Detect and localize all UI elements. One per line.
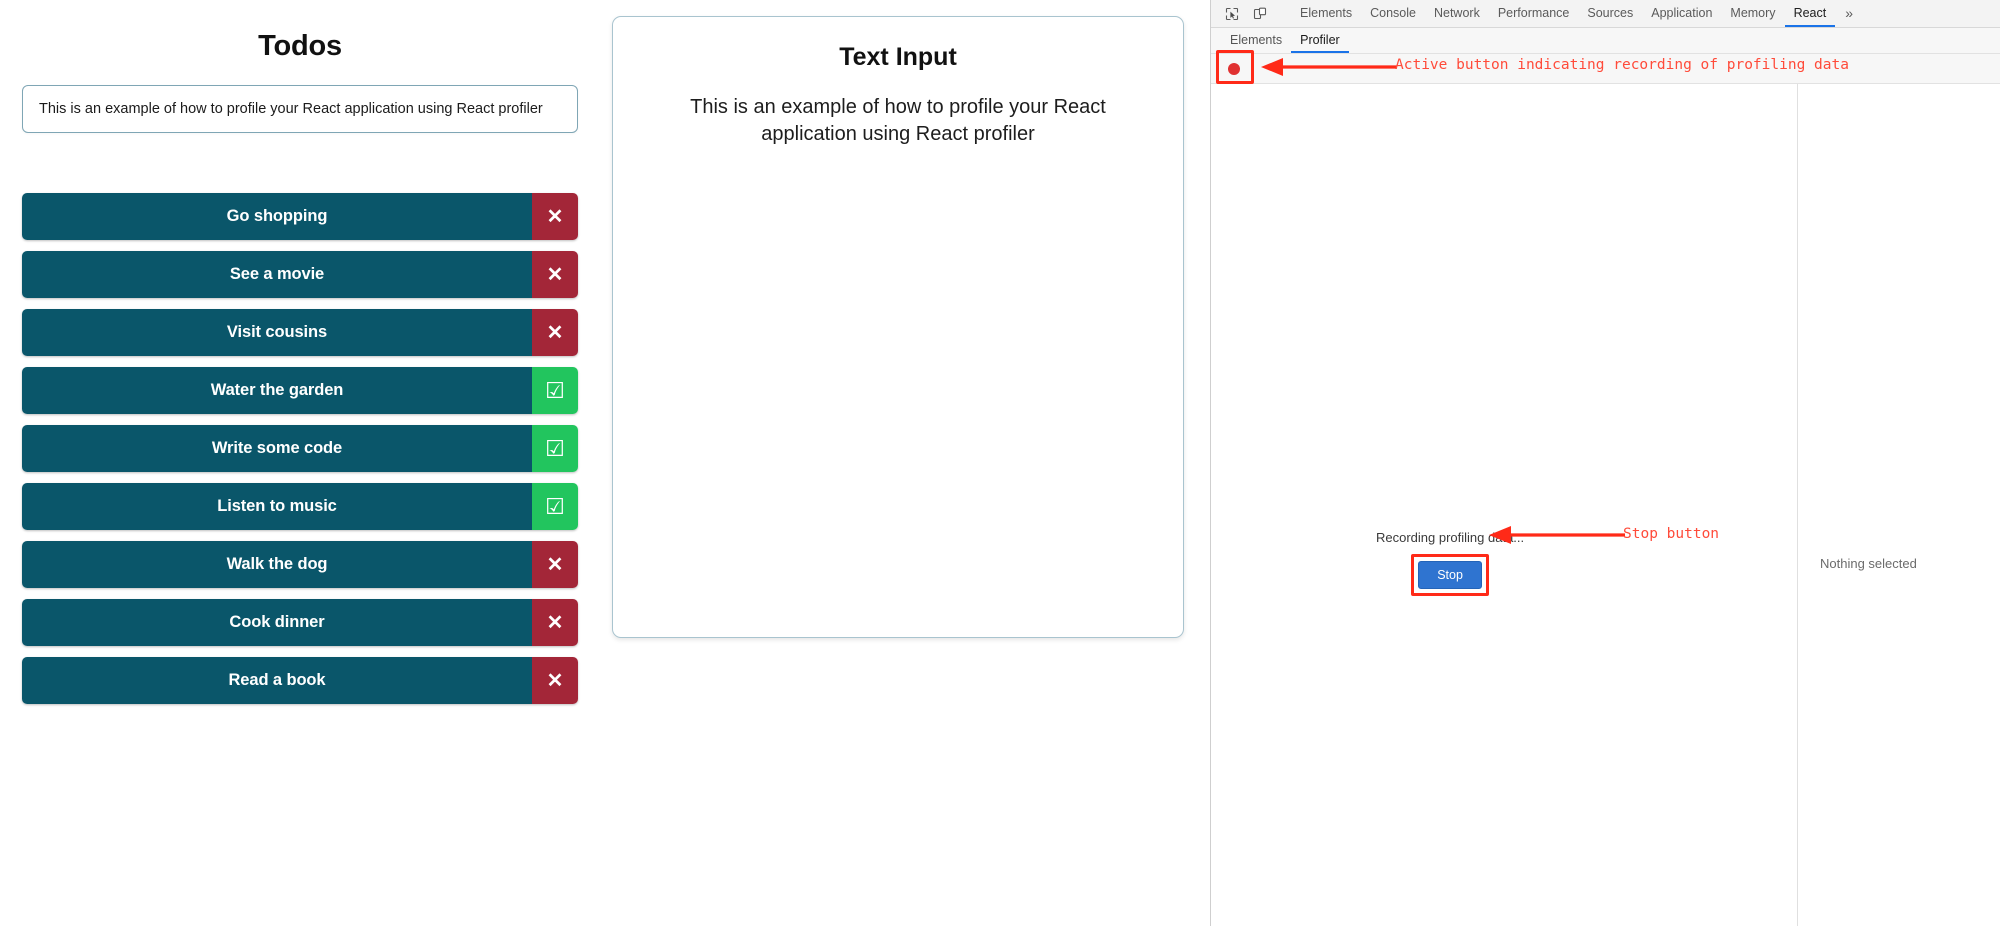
todo-complete-button[interactable]: ☑	[532, 483, 578, 530]
todo-item: Walk the dog ✕	[22, 541, 578, 588]
todo-text-input[interactable]	[22, 85, 578, 133]
todo-item-label[interactable]: Read a book	[22, 657, 532, 704]
inspect-element-icon[interactable]	[1219, 3, 1245, 25]
react-subtab-profiler[interactable]: Profiler	[1291, 28, 1349, 53]
todo-delete-button[interactable]: ✕	[532, 657, 578, 704]
todo-item-label[interactable]: Cook dinner	[22, 599, 532, 646]
todo-item: Go shopping ✕	[22, 193, 578, 240]
devtools-tab-elements[interactable]: Elements	[1291, 0, 1361, 27]
devtools-panel: Elements Console Network Performance Sources…	[1210, 0, 2000, 926]
todo-delete-button[interactable]: ✕	[532, 599, 578, 646]
profiler-sidebar: Nothing selected	[1798, 84, 2000, 926]
device-toolbar-icon[interactable]	[1247, 3, 1273, 25]
record-dot-icon	[1228, 62, 1240, 75]
more-tabs-button[interactable]: »	[1837, 0, 1861, 27]
react-subtab-bar: Elements Profiler	[1211, 28, 2000, 54]
screenshot-root: Todos Go shopping✕See a movie✕Visit cous…	[0, 0, 2000, 926]
recording-state: Recording profiling data... Stop	[1376, 530, 1524, 596]
stop-button-highlight: Stop	[1411, 554, 1489, 596]
devtools-tab-application[interactable]: Application	[1642, 0, 1721, 27]
profiler-toolbar	[1211, 54, 2000, 84]
todo-delete-button[interactable]: ✕	[532, 193, 578, 240]
nothing-selected-text: Nothing selected	[1820, 556, 1917, 571]
devtools-toolbar: Elements Console Network Performance Sources…	[1211, 0, 2000, 28]
page-title: Todos	[258, 30, 342, 62]
devtools-tab-list: Elements Console Network Performance Sources…	[1291, 0, 1835, 27]
todo-item-label[interactable]: See a movie	[22, 251, 532, 298]
todos-panel: Todos Go shopping✕See a movie✕Visit cous…	[0, 0, 600, 715]
profiler-main-area: Recording profiling data... Stop	[1211, 84, 1798, 926]
todo-complete-button[interactable]: ☑	[532, 425, 578, 472]
todo-delete-button[interactable]: ✕	[532, 309, 578, 356]
stop-button[interactable]: Stop	[1418, 561, 1482, 589]
web-page: Todos Go shopping✕See a movie✕Visit cous…	[0, 0, 1210, 926]
text-input-body: This is an example of how to profile you…	[690, 96, 1106, 145]
recording-status-text: Recording profiling data...	[1376, 530, 1525, 545]
devtools-tab-sources[interactable]: Sources	[1578, 0, 1642, 27]
devtools-tab-network[interactable]: Network	[1425, 0, 1489, 27]
todo-item: Read a book ✕	[22, 657, 578, 704]
todo-item: Water the garden ☑	[22, 367, 578, 414]
todo-item-label[interactable]: Write some code	[22, 425, 532, 472]
text-input-panel: Text Input This is an example of how to …	[600, 0, 1200, 638]
todo-list: Go shopping ✕ See a movie ✕ Visit cousins ✕ Wa…	[22, 193, 578, 704]
devtools-tab-console[interactable]: Console	[1361, 0, 1425, 27]
record-profiling-button[interactable]	[1219, 56, 1249, 82]
todo-item: See a movie ✕	[22, 251, 578, 298]
todo-item-label[interactable]: Listen to music	[22, 483, 532, 530]
devtools-tab-memory[interactable]: Memory	[1721, 0, 1784, 27]
todo-delete-button[interactable]: ✕	[532, 251, 578, 298]
todo-item: Listen to music ☑	[22, 483, 578, 530]
text-input-card: Text Input This is an example of how to …	[612, 16, 1184, 638]
todo-item: Cook dinner ✕	[22, 599, 578, 646]
todo-item-label[interactable]: Water the garden	[22, 367, 532, 414]
todo-item-label[interactable]: Walk the dog	[22, 541, 532, 588]
todo-delete-button[interactable]: ✕	[532, 541, 578, 588]
react-subtab-list: Elements Profiler	[1221, 28, 1349, 53]
devtools-tab-react[interactable]: React	[1785, 0, 1836, 27]
react-subtab-elements[interactable]: Elements	[1221, 28, 1291, 53]
todo-item-label[interactable]: Go shopping	[22, 193, 532, 240]
todo-item-label[interactable]: Visit cousins	[22, 309, 532, 356]
todo-item: Visit cousins ✕	[22, 309, 578, 356]
devtools-tab-performance[interactable]: Performance	[1489, 0, 1579, 27]
todo-item: Write some code ☑	[22, 425, 578, 472]
todo-complete-button[interactable]: ☑	[532, 367, 578, 414]
text-input-title: Text Input	[839, 43, 957, 71]
profiler-body: Recording profiling data... Stop Nothing…	[1211, 84, 2000, 926]
